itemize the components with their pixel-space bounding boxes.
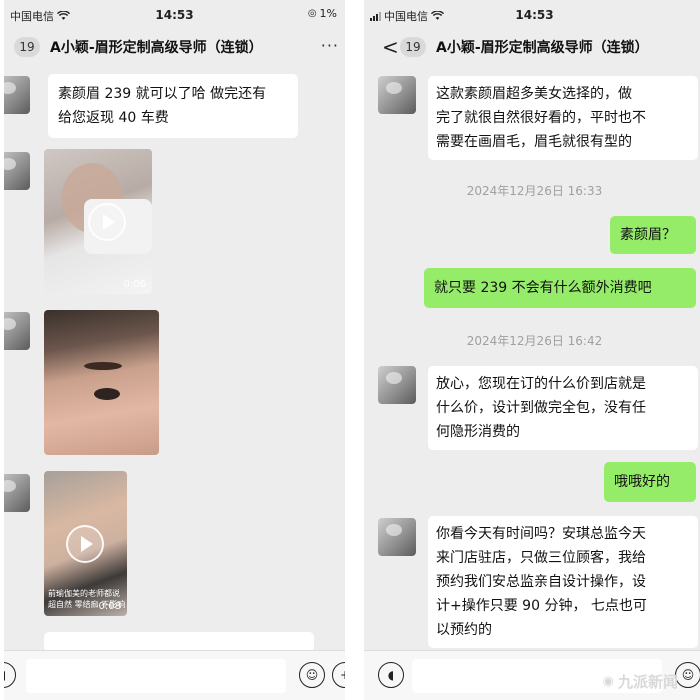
status-time: 14:53 <box>515 8 554 22</box>
status-right: ◎ 1% <box>308 7 337 20</box>
timestamp: 2024年12月26日 16:42 <box>466 334 603 348</box>
status-bar: 中国电信 14:53 ◎ 1% <box>4 0 345 26</box>
message-input[interactable] <box>26 659 286 693</box>
eye-shape <box>94 388 120 400</box>
emoji-icon[interactable]: ☺ <box>299 662 325 688</box>
video-duration: 0:08 <box>98 601 121 612</box>
eyebrow-shape <box>84 362 122 370</box>
chat-header: 19 A小颖-眉形定制高级导师（连锁） ··· <box>4 30 345 64</box>
timestamp: 2024年12月26日 16:33 <box>466 184 603 198</box>
video-message[interactable]: 0:06 <box>44 149 152 294</box>
message-bubble-partial <box>44 632 314 652</box>
message-bubble: 这款素颜眉超多美女选择的，做 完了就很自然很好看的，平时也不 需要在画眉毛，眉毛… <box>428 76 698 160</box>
my-message-bubble: 就只要 239 不会有什么额外消费吧 <box>424 268 696 308</box>
status-bar: 中国电信 14:53 <box>364 0 700 26</box>
chat-title: A小颖-眉形定制高级导师（连锁） <box>50 40 263 56</box>
avatar[interactable] <box>4 312 30 350</box>
avatar[interactable] <box>378 518 416 556</box>
message-bubble: 素颜眉 239 就可以了哈 做完还有 给您返现 40 车费 <box>48 74 298 138</box>
watermark-text: 九派新闻 <box>617 673 678 691</box>
video-duration: 0:06 <box>123 279 146 290</box>
unread-badge[interactable]: 19 <box>400 37 426 57</box>
chat-header: < 19 A小颖-眉形定制高级导师（连锁） <box>364 30 700 64</box>
emoji-icon[interactable]: ☺ <box>675 662 700 688</box>
voice-icon[interactable]: ◖ <box>4 662 16 688</box>
watermark: ◉ 九派新闻 <box>603 671 678 692</box>
message-bubble: 你看今天有时间吗？安琪总监今天 来门店驻店，只做三位顾客，我给 预约我们安总监亲… <box>428 516 698 648</box>
weibo-icon: ◉ <box>602 674 614 689</box>
play-icon[interactable] <box>88 203 126 241</box>
video-message[interactable]: 前瑜伽美的老师都说 超自然 零结痂 不影响 0:08 <box>44 471 127 616</box>
image-message[interactable] <box>44 310 159 455</box>
left-chat-screen: 中国电信 14:53 ◎ 1% 19 A小颖-眉形定制高级导师（连锁） ··· … <box>4 0 345 700</box>
input-bar: ◖ ☺ + <box>4 650 345 700</box>
plus-icon[interactable]: + <box>332 662 345 688</box>
battery-percent: 1% <box>319 7 337 20</box>
avatar[interactable] <box>378 366 416 404</box>
message-bubble: 放心，您现在订的什么价到店就是 什么价，设计到做完全包，没有任 何隐形消费的 <box>428 366 698 450</box>
status-time: 14:53 <box>155 8 194 22</box>
avatar[interactable] <box>4 152 30 190</box>
avatar[interactable] <box>378 76 416 114</box>
rotation-lock-icon: ◎ <box>307 8 317 19</box>
voice-icon[interactable]: ◖ <box>378 662 404 688</box>
back-icon[interactable]: < <box>382 35 399 59</box>
my-message-bubble: 素颜眉？ <box>610 216 696 254</box>
chat-title: A小颖-眉形定制高级导师（连锁） <box>436 40 649 56</box>
avatar[interactable] <box>4 76 30 114</box>
more-icon[interactable]: ··· <box>321 36 339 55</box>
avatar[interactable] <box>4 474 30 512</box>
right-chat-screen: 中国电信 14:53 < 19 A小颖-眉形定制高级导师（连锁） 这款素颜眉超多… <box>364 0 700 700</box>
unread-badge[interactable]: 19 <box>14 37 40 57</box>
my-message-bubble: 哦哦好的 <box>604 462 696 502</box>
play-icon[interactable] <box>66 525 104 563</box>
